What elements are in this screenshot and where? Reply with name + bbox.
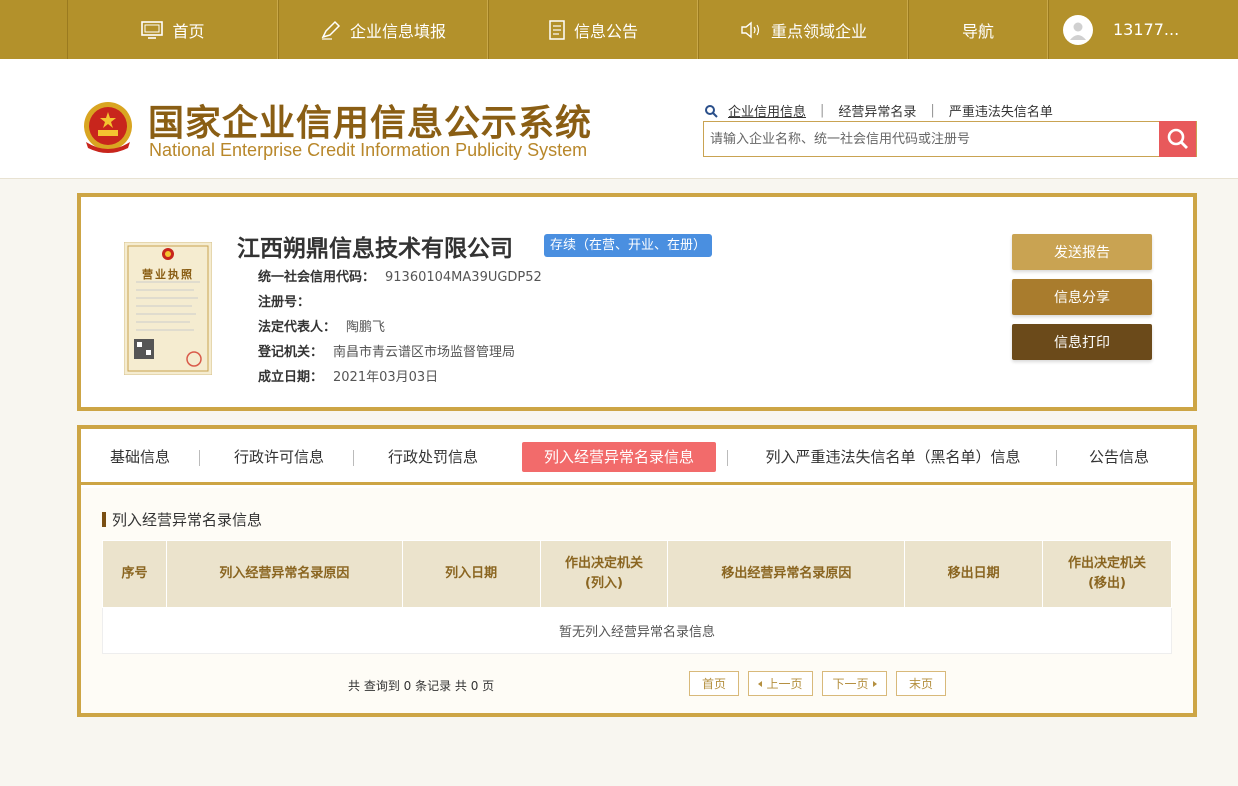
- col-in-date: 列入日期: [401, 540, 541, 608]
- tab-admin-license[interactable]: 行政许可信息: [219, 442, 339, 472]
- nav-home-label: 首页: [172, 21, 205, 41]
- search-icon: [705, 104, 718, 118]
- next-page-button[interactable]: 下一页: [822, 671, 887, 696]
- nav-notice[interactable]: 信息公告: [488, 0, 698, 59]
- prev-page-button[interactable]: 上一页: [748, 671, 813, 696]
- info-label: 登记机关：: [258, 345, 324, 360]
- search-button[interactable]: [1159, 121, 1196, 157]
- prev-page-label: 上一页: [766, 677, 803, 691]
- tab-basic-info[interactable]: 基础信息: [94, 442, 186, 472]
- nav-key-sector[interactable]: 重点领域企业: [698, 0, 908, 59]
- info-label: 注册号：: [258, 295, 311, 310]
- send-report-button[interactable]: 发送报告: [1012, 234, 1152, 270]
- pager-summary: 共 查询到 0 条记录 共 0 页: [348, 679, 495, 693]
- first-page-button[interactable]: 首页: [689, 671, 739, 696]
- tab-separator: [727, 450, 728, 466]
- info-label: 成立日期：: [258, 370, 324, 385]
- share-button[interactable]: 信息分享: [1012, 279, 1152, 315]
- document-icon: [549, 19, 565, 40]
- nav-notice-label: 信息公告: [573, 21, 638, 41]
- triangle-right-icon: [872, 680, 877, 687]
- search-box: [703, 121, 1197, 157]
- empty-message: 暂无列入经营异常名录信息: [102, 607, 1172, 654]
- nav-home[interactable]: 首页: [67, 0, 278, 59]
- separator: |: [820, 103, 825, 118]
- heading-bar: [102, 512, 106, 527]
- col-in-authority: 作出决定机关 (列入): [539, 540, 669, 608]
- abnormal-list-table: 序号 列入经营异常名录原因 列入日期 作出决定机关 (列入) 移出经营异常名录原…: [102, 540, 1172, 654]
- info-credit-code: 统一社会信用代码： 91360104MA39UGDP52: [258, 266, 542, 285]
- magnifier-icon: [1167, 128, 1188, 149]
- col-in-reason: 列入经营异常名录原因: [165, 540, 403, 608]
- avatar: [1063, 14, 1093, 45]
- col-out-authority: 作出决定机关 (移出): [1042, 540, 1172, 608]
- col-out-reason: 移出经营异常名录原因: [667, 540, 906, 608]
- nav-key-sector-label: 重点领域企业: [770, 21, 867, 41]
- last-page-button[interactable]: 末页: [896, 671, 946, 696]
- info-value: 2021年03月03日: [333, 370, 439, 385]
- print-button[interactable]: 信息打印: [1012, 324, 1152, 360]
- tab-abnormal-list[interactable]: 列入经营异常名录信息: [522, 442, 716, 472]
- last-page-label: 末页: [908, 677, 933, 691]
- col-out-date: 移出日期: [904, 540, 1044, 608]
- tab-blacklist[interactable]: 列入严重违法失信名单（黑名单）信息: [748, 442, 1038, 472]
- speaker-icon: [741, 21, 760, 38]
- national-emblem-icon: [84, 102, 132, 153]
- col-index: 序号: [102, 540, 167, 608]
- tab-admin-penalty[interactable]: 行政处罚信息: [373, 442, 493, 472]
- nav-guide[interactable]: 导航: [908, 0, 1048, 59]
- nav-fill-info-label: 企业信息填报: [349, 21, 446, 41]
- search-input[interactable]: [704, 122, 1160, 156]
- status-badge: 存续（在营、开业、在册）: [544, 234, 713, 257]
- nav-guide-label: 导航: [961, 21, 994, 41]
- user-menu[interactable]: 13177...: [1048, 0, 1238, 59]
- info-legal-rep: 法定代表人： 陶鹏飞: [258, 316, 385, 335]
- info-value: 南昌市青云谱区市场监督管理局: [333, 345, 516, 360]
- monitor-icon: [141, 20, 164, 39]
- tab-separator: [1056, 450, 1057, 466]
- next-page-label: 下一页: [832, 677, 869, 691]
- search-type-links: 企业信用信息 | 经营异常名录 | 严重违法失信名单: [704, 101, 1067, 120]
- tab-separator: [199, 450, 200, 466]
- site-title: 国家企业信用信息公示系统: [148, 103, 593, 144]
- info-authority: 登记机关： 南昌市青云谱区市场监督管理局: [258, 341, 515, 360]
- edit-icon: [321, 20, 341, 40]
- link-credit-info[interactable]: 企业信用信息: [728, 101, 806, 120]
- table-row: 暂无列入经营异常名录信息: [102, 607, 1172, 654]
- info-founded-date: 成立日期： 2021年03月03日: [258, 366, 438, 385]
- info-reg-number: 注册号：: [258, 291, 320, 310]
- business-license-image[interactable]: [124, 242, 212, 375]
- triangle-left-icon: [758, 680, 763, 687]
- link-abnormal-list[interactable]: 经营异常名录: [838, 101, 916, 120]
- user-name: 13177...: [1113, 20, 1180, 39]
- section-heading: 列入经营异常名录信息: [102, 509, 262, 530]
- info-label: 法定代表人：: [258, 320, 337, 335]
- info-label: 统一社会信用代码：: [258, 270, 376, 285]
- user-icon: [1070, 22, 1086, 40]
- info-value: 91360104MA39UGDP52: [385, 270, 542, 285]
- table-header-row: 序号 列入经营异常名录原因 列入日期 作出决定机关 (列入) 移出经营异常名录原…: [102, 540, 1172, 608]
- info-value: 陶鹏飞: [346, 320, 386, 335]
- first-page-label: 首页: [701, 677, 726, 691]
- section-title: 列入经营异常名录信息: [112, 511, 263, 529]
- link-blacklist[interactable]: 严重违法失信名单: [949, 101, 1053, 120]
- company-name: 江西朔鼎信息技术有限公司: [237, 236, 513, 262]
- site-subtitle: National Enterprise Credit Information P…: [149, 140, 588, 160]
- tab-announcements[interactable]: 公告信息: [1076, 442, 1162, 472]
- tab-separator: [353, 450, 354, 466]
- license-title: 营业执照: [142, 268, 194, 281]
- separator: |: [930, 103, 935, 118]
- nav-fill-info[interactable]: 企业信息填报: [278, 0, 488, 59]
